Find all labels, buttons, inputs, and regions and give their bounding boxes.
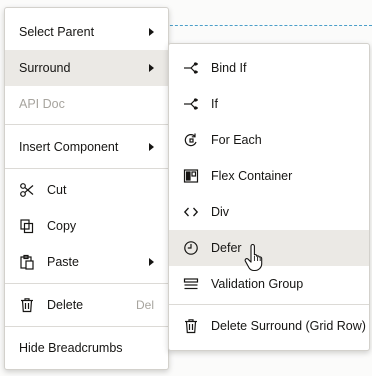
submenu-item-defer[interactable]: Defer [169, 230, 369, 266]
selection-outline [150, 25, 372, 26]
menu-item-label: Validation Group [211, 277, 304, 291]
submenu-item-validation-group[interactable]: Validation Group [169, 266, 369, 302]
menu-item-label: Select Parent [19, 25, 95, 39]
menu-item-label: Paste [47, 255, 79, 269]
flex-layout-icon [183, 168, 199, 184]
menu-item-hide-breadcrumbs[interactable]: Hide Breadcrumbs [5, 330, 168, 366]
submenu-arrow-icon [149, 64, 154, 72]
trash-icon [19, 297, 35, 313]
menu-item-delete[interactable]: Delete Del [5, 287, 168, 323]
submenu-arrow-icon [149, 28, 154, 36]
menu-divider [5, 168, 168, 169]
menu-item-cut[interactable]: Cut [5, 172, 168, 208]
submenu-item-if[interactable]: If [169, 86, 369, 122]
menu-item-label: Hide Breadcrumbs [19, 341, 123, 355]
menu-item-label: For Each [211, 133, 262, 147]
clipboard-icon [19, 254, 35, 270]
menu-item-paste[interactable]: Paste [5, 244, 168, 280]
loop-icon [183, 132, 199, 148]
submenu-item-bind-if[interactable]: Bind If [169, 50, 369, 86]
menu-item-surround[interactable]: Surround [5, 50, 168, 86]
menu-divider [5, 283, 168, 284]
menu-item-label: Flex Container [211, 169, 293, 183]
menu-item-select-parent[interactable]: Select Parent [5, 14, 168, 50]
menu-item-label: Delete [47, 298, 84, 312]
menu-divider [5, 326, 168, 327]
submenu-item-div[interactable]: Div [169, 194, 369, 230]
menu-item-insert-component[interactable]: Insert Component [5, 129, 168, 165]
menu-item-label: Delete Surround (Grid Row) [211, 319, 366, 333]
menu-item-api-doc[interactable]: API Doc [5, 86, 168, 122]
trash-icon [183, 318, 199, 334]
hand-pointer-cursor-icon [244, 244, 263, 272]
menu-item-label: Defer [211, 241, 242, 255]
submenu-item-flex-container[interactable]: Flex Container [169, 158, 369, 194]
submenu-arrow-icon [149, 258, 154, 266]
surround-submenu: Bind If If For Each Flex Container Div D… [168, 43, 370, 351]
clock-icon [183, 240, 199, 256]
menu-item-label: Copy [47, 219, 77, 233]
branch-icon [183, 96, 199, 112]
menu-item-label: Surround [19, 61, 71, 75]
menu-item-label: Div [211, 205, 230, 219]
scissors-icon [19, 182, 35, 198]
shortcut-hint: Del [135, 298, 154, 312]
menu-divider [5, 124, 168, 125]
submenu-arrow-icon [149, 143, 154, 151]
menu-divider [169, 304, 369, 305]
menu-item-label: Bind If [211, 61, 247, 75]
stacked-lines-icon [183, 276, 199, 292]
copy-icon [19, 218, 35, 234]
submenu-item-for-each[interactable]: For Each [169, 122, 369, 158]
menu-item-copy[interactable]: Copy [5, 208, 168, 244]
branch-icon [183, 60, 199, 76]
menu-item-label: Cut [47, 183, 67, 197]
menu-item-label: Insert Component [19, 140, 119, 154]
menu-item-label: API Doc [19, 97, 65, 111]
menu-item-label: If [211, 97, 218, 111]
context-menu: Select Parent Surround API Doc Insert Co… [4, 7, 169, 370]
code-brackets-icon [183, 204, 199, 220]
submenu-item-delete-surround[interactable]: Delete Surround (Grid Row) [169, 308, 369, 344]
